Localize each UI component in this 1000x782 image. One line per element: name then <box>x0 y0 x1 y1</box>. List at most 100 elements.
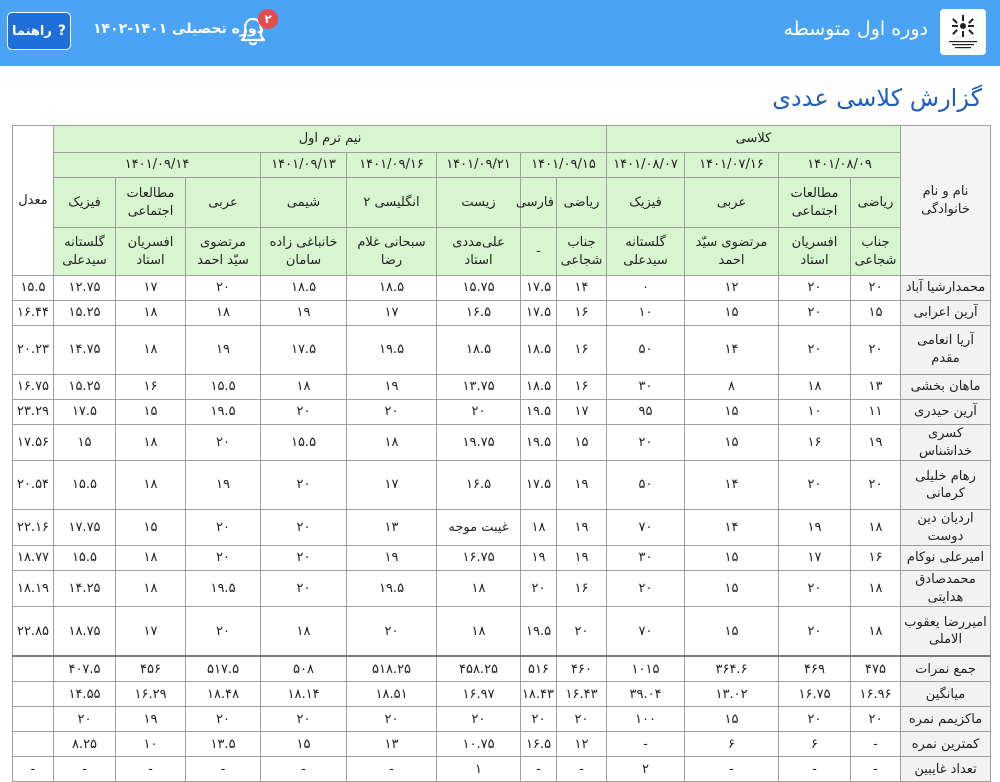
date-header: ۱۴۰۱/۰۸/۰۷ <box>606 152 686 178</box>
question-icon: ? <box>57 23 66 39</box>
teacher-header: خانباغی زاده سامان <box>260 227 348 276</box>
score-cell: ۰ <box>606 275 686 301</box>
student-row: محمدصادق هدایتی ۱۸ ۲۰ ۱۵ ۲۰ ۱۶ ۲۰ ۱۸ ۱۹.۵ ۲۰ ۱۹.۵ ۱… <box>12 570 992 608</box>
date-header: ۱۴۰۱/۰۹/۱۳ <box>260 152 348 178</box>
score-cell: ۱۹.۵ <box>185 570 262 608</box>
score-cell: ۱۵ <box>556 423 608 462</box>
summary-row: میانگین ۱۶.۹۶ ۱۶.۷۵ ۱۳.۰۲ ۳۹.۰۴ ۱۶.۴۳ ۱۸.۴۳ ۱۶.… <box>12 681 992 708</box>
score-cell: ۱۷ <box>556 399 608 425</box>
subject-header: ریاضی <box>556 177 608 228</box>
summary-cell: ۱۸.۴۸ <box>185 681 262 708</box>
summary-row: ماکزیمم نمره ۲۰ ۲۰ ۱۵ ۱۰۰ ۲۰ ۲۰ ۲۰ ۲۰ ۲۰ ۲۰ ۱۹ ۲۰ <box>12 706 992 733</box>
score-cell: ۲۰ <box>778 606 852 657</box>
summary-average-cell <box>12 655 54 683</box>
student-row: ماهان بخشی ۱۳ ۱۸ ۸ ۳۰ ۱۶ ۱۸.۵ ۱۳.۷۵ ۱۹ ۱۸ ۱۵.۵ ۱۶ ۱۵… <box>12 374 992 400</box>
score-cell: ۱۸ <box>115 570 187 608</box>
score-cell: ۱۵ <box>115 399 187 425</box>
name-column-header: نام و نام خانوادگی <box>900 125 992 276</box>
summary-cell: ۵۱۷.۵ <box>185 655 262 683</box>
average-cell: ۱۶.۴۴ <box>12 300 54 326</box>
subject-header: فیزیک <box>52 177 117 228</box>
school-logo <box>940 9 986 55</box>
student-row: آریا انعامی مقدم ۲۰ ۲۰ ۱۴ ۵۰ ۱۶ ۱۸.۵ ۱۸.۵ ۱۹.۵ ۱۷… <box>12 325 992 375</box>
student-row: محمدارشیا آباد ۲۰ ۲۰ ۱۲ ۰ ۱۴ ۱۷.۵ ۱۵.۷۵ ۱۸.۵ ۱۸.۵… <box>12 275 992 301</box>
score-cell: ۱۹.۵ <box>520 606 558 657</box>
help-label: راهنما <box>12 23 52 39</box>
score-cell: ۱۵ <box>684 300 780 326</box>
summary-average-cell <box>12 681 54 708</box>
summary-cell: - <box>850 756 902 782</box>
summary-cell: ۱۳ <box>346 731 438 758</box>
score-cell: ۱۹.۵ <box>520 399 558 425</box>
student-row: امیررضا یعقوب الاملی ۱۸ ۲۰ ۱۵ ۷۰ ۲۰ ۱۹.۵ ۱۸ ۲۰ ۱۸… <box>12 606 992 657</box>
summary-cell: ۴۶۹ <box>778 655 852 683</box>
date-header: ۱۴۰۱/۰۸/۰۹ <box>778 152 902 178</box>
teacher-header: - <box>520 227 558 276</box>
score-cell: ۱۷.۵ <box>520 300 558 326</box>
score-cell: ۱۵.۲۵ <box>52 374 117 400</box>
score-cell: ۲۰ <box>436 399 522 425</box>
score-cell: ۱۵ <box>684 606 780 657</box>
score-cell: ۱۶ <box>556 570 608 608</box>
summary-cell: - <box>850 731 902 758</box>
score-cell: ۱۶ <box>556 374 608 400</box>
student-name: آریا انعامی مقدم <box>900 325 992 375</box>
score-cell: ۱۹ <box>520 545 558 572</box>
score-cell: ۱۹ <box>185 325 262 375</box>
average-cell: ۲۳.۲۹ <box>12 399 54 425</box>
score-cell: ۱۹ <box>556 460 608 511</box>
average-cell: ۲۰.۲۳ <box>12 325 54 375</box>
summary-cell: ۲۰ <box>346 706 438 733</box>
summary-cell: ۲۰ <box>436 706 522 733</box>
score-cell: ۱۵.۵ <box>260 423 348 462</box>
score-cell: ۲۰ <box>260 460 348 511</box>
score-cell: ۲۰ <box>778 275 852 301</box>
score-cell: ۱۶ <box>778 423 852 462</box>
score-cell: ۲۰ <box>778 460 852 511</box>
student-name: کسری خداشناس <box>900 423 992 462</box>
score-cell: ۱۹.۵ <box>346 325 438 375</box>
score-cell: ۱۷.۵ <box>520 460 558 511</box>
score-cell: ۱۵ <box>684 399 780 425</box>
score-cell: ۸ <box>684 374 780 400</box>
summary-cell: ۱۳.۰۲ <box>684 681 780 708</box>
score-cell: ۱۸.۵ <box>520 374 558 400</box>
score-cell: ۱۴ <box>684 460 780 511</box>
summary-average-cell: - <box>12 756 54 782</box>
score-cell: ۱۴ <box>684 509 780 547</box>
student-row: کسری خداشناس ۱۹ ۱۶ ۱۵ ۲۰ ۱۵ ۱۹.۵ ۱۹.۷۵ ۱۸ ۱۵.۵ ۲۰ ۱… <box>12 423 992 462</box>
score-cell: ۲۰ <box>850 325 902 375</box>
class-report-table: نام و نام خانوادگی کلاسی نیم ترم اول معد… <box>12 125 992 782</box>
summary-cell: - <box>778 756 852 782</box>
score-cell: ۲۰ <box>185 606 262 657</box>
score-cell: ۲۰ <box>346 606 438 657</box>
score-cell: ۱۸ <box>115 545 187 572</box>
score-cell: ۲۰ <box>520 570 558 608</box>
score-cell: ۱۹.۷۵ <box>436 423 522 462</box>
student-name: محمدارشیا آباد <box>900 275 992 301</box>
score-cell: ۲۰ <box>260 570 348 608</box>
date-header: ۱۴۰۱/۰۹/۱۵ <box>520 152 608 178</box>
subject-header: عربی <box>185 177 262 228</box>
summary-cell: ۲۰ <box>52 706 117 733</box>
score-cell: ۲۰ <box>346 399 438 425</box>
score-cell: ۱۶ <box>556 300 608 326</box>
student-name: اردیان دین دوست <box>900 509 992 547</box>
summary-cell: - <box>260 756 348 782</box>
score-cell: ۱۵ <box>115 509 187 547</box>
help-button[interactable]: ? راهنما <box>7 12 71 50</box>
score-cell: ۱۵ <box>684 545 780 572</box>
summary-cell: ۲۰ <box>850 706 902 733</box>
score-cell: ۱۹ <box>556 509 608 547</box>
summary-cell: ۵۱۶ <box>520 655 558 683</box>
score-cell: ۱۸.۵ <box>346 275 438 301</box>
score-cell: ۷۰ <box>606 606 686 657</box>
score-cell: ۵۰ <box>606 460 686 511</box>
score-cell: ۱۸ <box>520 509 558 547</box>
score-cell: ۱۸.۷۵ <box>52 606 117 657</box>
score-cell: ۲۰ <box>260 545 348 572</box>
summary-cell: ۲ <box>606 756 686 782</box>
subject-header: شیمی <box>260 177 348 228</box>
org-title: دوره اول متوسطه <box>783 18 928 40</box>
score-cell: ۱۹ <box>185 460 262 511</box>
